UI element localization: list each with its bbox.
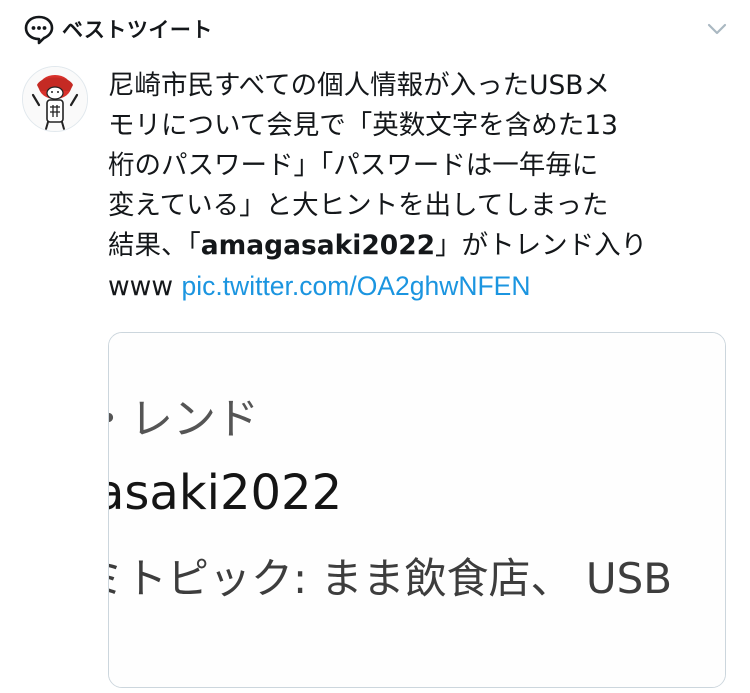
card-trend-heading: ・レンド: [109, 395, 259, 445]
chevron-down-icon[interactable]: [706, 18, 728, 40]
tweet-text-segment: www: [108, 271, 182, 302]
media-card-image: ・レンド asaki2022 ミトピック: まま飲食店、 USB: [109, 333, 725, 687]
tweet-media-link[interactable]: pic.twitter.com/OA2ghwNFEN: [181, 271, 530, 301]
tweet-text: 尼崎市民すべての個人情報が入ったUSBメ モリについて会見で「英数文字を含めた1…: [108, 66, 728, 307]
tweet-text-line: 尼崎市民すべての個人情報が入ったUSBメ: [108, 70, 610, 101]
card-trend-term: asaki2022: [108, 465, 343, 521]
tweet-text-segment: 」がトレンド入り: [435, 230, 648, 261]
best-tweet-label: ベストツイート: [62, 18, 213, 42]
tweet-text-line: 変えている」と大ヒントを出してしまった: [108, 190, 609, 221]
tweet-text-segment: 結果、「: [108, 230, 201, 261]
tweet-text-line: www pic.twitter.com/OA2ghwNFEN: [108, 266, 728, 307]
avatar-illustration: [23, 67, 87, 131]
media-card[interactable]: ・レンド asaki2022 ミトピック: まま飲食店、 USB: [108, 332, 726, 688]
best-tweet-header: ベストツイート: [22, 12, 213, 46]
tweet-text-line: 結果、「amagasaki2022」がトレンド入り: [108, 226, 728, 266]
avatar[interactable]: [22, 66, 88, 132]
tweet-text-line: 桁のパスワード」「パスワードは一年毎に: [108, 150, 599, 181]
tweet-hashword: amagasaki2022: [200, 230, 436, 261]
tweet-text-line: モリについて会見で「英数文字を含めた13: [108, 110, 618, 141]
speech-bubble-icon: [24, 15, 54, 45]
card-trend-topics: ミトピック: まま飲食店、 USB: [108, 554, 673, 603]
